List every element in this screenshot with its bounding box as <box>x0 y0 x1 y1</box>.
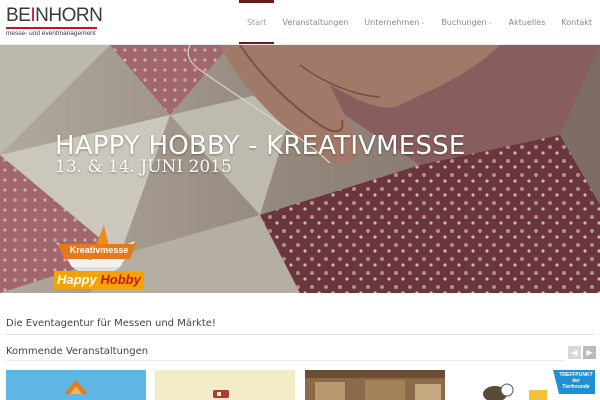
site-header: BEINHORN messe- und eventmanagement Star… <box>0 0 600 45</box>
main-nav: Start Veranstaltungen Unternehmen ⌄ Buchu… <box>238 0 600 44</box>
logo-wordmark: BEINHORN <box>6 5 103 26</box>
logo-tagline: messe- und eventmanagement <box>6 30 96 37</box>
divider <box>6 334 594 335</box>
chevron-down-icon: ⌄ <box>487 18 493 26</box>
event-thumbnail[interactable] <box>305 370 445 400</box>
divider <box>6 360 564 361</box>
nav-item-buchungen[interactable]: Buchungen ⌄ <box>433 0 500 44</box>
badge-happy-hobby: Happy Hobby <box>54 271 144 289</box>
event-thumbnail[interactable]: TREFFPUNKT der Tierfreunde <box>455 370 595 400</box>
nav-item-veranstaltungen[interactable]: Veranstaltungen <box>274 0 356 44</box>
chevron-down-icon: ⌄ <box>420 18 426 26</box>
logo[interactable]: BEINHORN messe- und eventmanagement <box>6 6 103 40</box>
carousel-next-button[interactable]: ▶ <box>583 346 596 359</box>
carousel-prev-button[interactable]: ◀ <box>568 346 581 359</box>
chevron-right-icon: ▶ <box>586 348 593 357</box>
nav-item-unternehmen[interactable]: Unternehmen ⌄ <box>356 0 433 44</box>
chevron-left-icon: ◀ <box>571 348 578 357</box>
event-image <box>305 370 445 400</box>
nav-item-aktuelles[interactable]: Aktuelles <box>501 0 554 44</box>
event-image <box>64 380 88 394</box>
upcoming-events-title: Kommende Veranstaltungen <box>6 346 149 357</box>
hero-date: 13. & 14. JUNI 2015 <box>55 157 232 177</box>
event-image <box>213 390 229 398</box>
event-thumbnail[interactable] <box>155 370 295 400</box>
tagline: Die Eventagentur für Messen und Märkte! <box>6 318 216 329</box>
hero-slider[interactable]: HAPPY HOBBY - KREATIVMESSE 13. & 14. JUN… <box>0 45 600 293</box>
treffpunkt-badge: TREFFPUNKT der Tierfreunde <box>559 372 593 390</box>
logo-underline <box>6 27 97 29</box>
event-thumbnail[interactable] <box>6 370 146 400</box>
nav-item-start[interactable]: Start <box>238 0 275 44</box>
nav-item-kontakt[interactable]: Kontakt <box>553 0 600 44</box>
badge-ribbon-label: Kreativmesse <box>69 245 129 255</box>
